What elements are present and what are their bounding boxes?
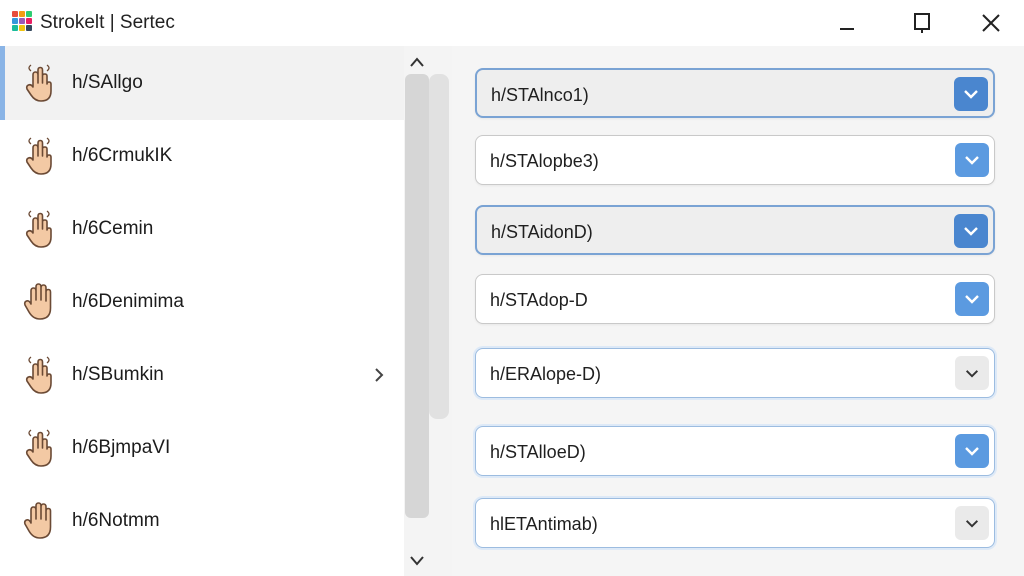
list-item[interactable]: h/SAllgo (0, 46, 404, 120)
maximize-icon (914, 13, 930, 33)
list-item-label: h/6CrmukIK (72, 145, 173, 166)
dropdown-toggle-button[interactable] (955, 506, 989, 540)
list-scrollbar[interactable] (404, 46, 452, 576)
app-logo-icon (12, 11, 32, 31)
list-item-label: h/6Notmm (72, 510, 160, 531)
chevron-down-icon (963, 154, 981, 166)
scroll-thumb[interactable] (405, 74, 429, 518)
dropdown-select[interactable]: h/STAidonD) (475, 205, 995, 255)
list-item[interactable]: h/6Denimima (0, 265, 404, 339)
dropdown-select[interactable]: h/STAlnco1) (475, 68, 995, 118)
dropdown-value: h/STAlnco1) (491, 85, 589, 105)
list-item[interactable]: h/SBumkin (0, 338, 404, 412)
hand-pinch-icon (22, 63, 56, 103)
open-hand-icon (22, 282, 56, 322)
dropdown-select[interactable]: h/STAlloeD) (475, 426, 995, 476)
chevron-down-icon (964, 518, 980, 529)
dropdown-toggle-button[interactable] (954, 214, 988, 248)
close-icon (982, 14, 1000, 32)
dropdown-select[interactable]: h/STAdop-D (475, 274, 995, 324)
list-item[interactable]: h/6BjmpaVI (0, 411, 404, 485)
scroll-down-button[interactable] (406, 549, 428, 571)
settings-panel: h/STAlnco1) h/STAlopbe3) h/STAidonD) h/STAd… (452, 46, 1024, 576)
scroll-up-button[interactable] (406, 51, 428, 73)
dropdown-value: h/ERAlope-D) (490, 364, 602, 384)
dropdown-select[interactable]: hlETAntimab) (475, 498, 995, 548)
open-hand-icon (22, 501, 56, 541)
list-item-label: h/6BjmpaVI (72, 437, 171, 458)
dropdown-toggle-button[interactable] (954, 77, 988, 111)
list-item-label: h/SBumkin (72, 364, 164, 385)
hand-pinch-icon (22, 209, 56, 249)
chevron-down-icon (963, 293, 981, 305)
list-item[interactable]: h/6Cemin (0, 192, 404, 266)
dropdown-value: h/STAdop-D (490, 290, 588, 310)
hand-pinch-icon (22, 428, 56, 468)
list-item[interactable]: h/6Notmm (0, 484, 404, 558)
chevron-down-icon (410, 556, 424, 566)
hand-pinch-icon (22, 355, 56, 395)
dropdown-value: h/STAlloeD) (490, 442, 586, 462)
close-button[interactable] (968, 0, 1014, 46)
chevron-up-icon (410, 57, 424, 67)
minimize-icon (840, 28, 854, 30)
dropdown-value: hlETAntimab) (490, 514, 598, 534)
window-title: Strokelt | Sertec (40, 12, 175, 33)
list-item-label: h/6Denimima (72, 291, 184, 312)
maximize-button[interactable] (900, 0, 946, 46)
dropdown-toggle-button[interactable] (955, 434, 989, 468)
dropdown-toggle-button[interactable] (955, 356, 989, 390)
dropdown-select[interactable]: h/ERAlope-D) (475, 348, 995, 398)
gesture-list: h/SAllgo h/6CrmukIK h/6Cemin h/6Denimima… (0, 46, 404, 576)
dropdown-select[interactable]: h/STAlopbe3) (475, 135, 995, 185)
dropdown-value: h/STAlopbe3) (490, 151, 599, 171)
chevron-right-icon[interactable] (370, 366, 388, 384)
hand-pinch-icon (22, 136, 56, 176)
list-item-label: h/SAllgo (72, 72, 143, 93)
list-item[interactable]: h/6CrmukIK (0, 119, 404, 193)
dropdown-toggle-button[interactable] (955, 143, 989, 177)
list-item-label: h/6Cemin (72, 218, 154, 239)
minimize-button[interactable] (824, 0, 870, 46)
title-bar: Strokelt | Sertec (0, 0, 1024, 46)
chevron-down-icon (962, 225, 980, 237)
dropdown-value: h/STAidonD) (491, 222, 593, 242)
chevron-down-icon (963, 445, 981, 457)
chevron-down-icon (962, 88, 980, 100)
dropdown-toggle-button[interactable] (955, 282, 989, 316)
chevron-down-icon (964, 368, 980, 379)
scroll-track (429, 74, 449, 419)
